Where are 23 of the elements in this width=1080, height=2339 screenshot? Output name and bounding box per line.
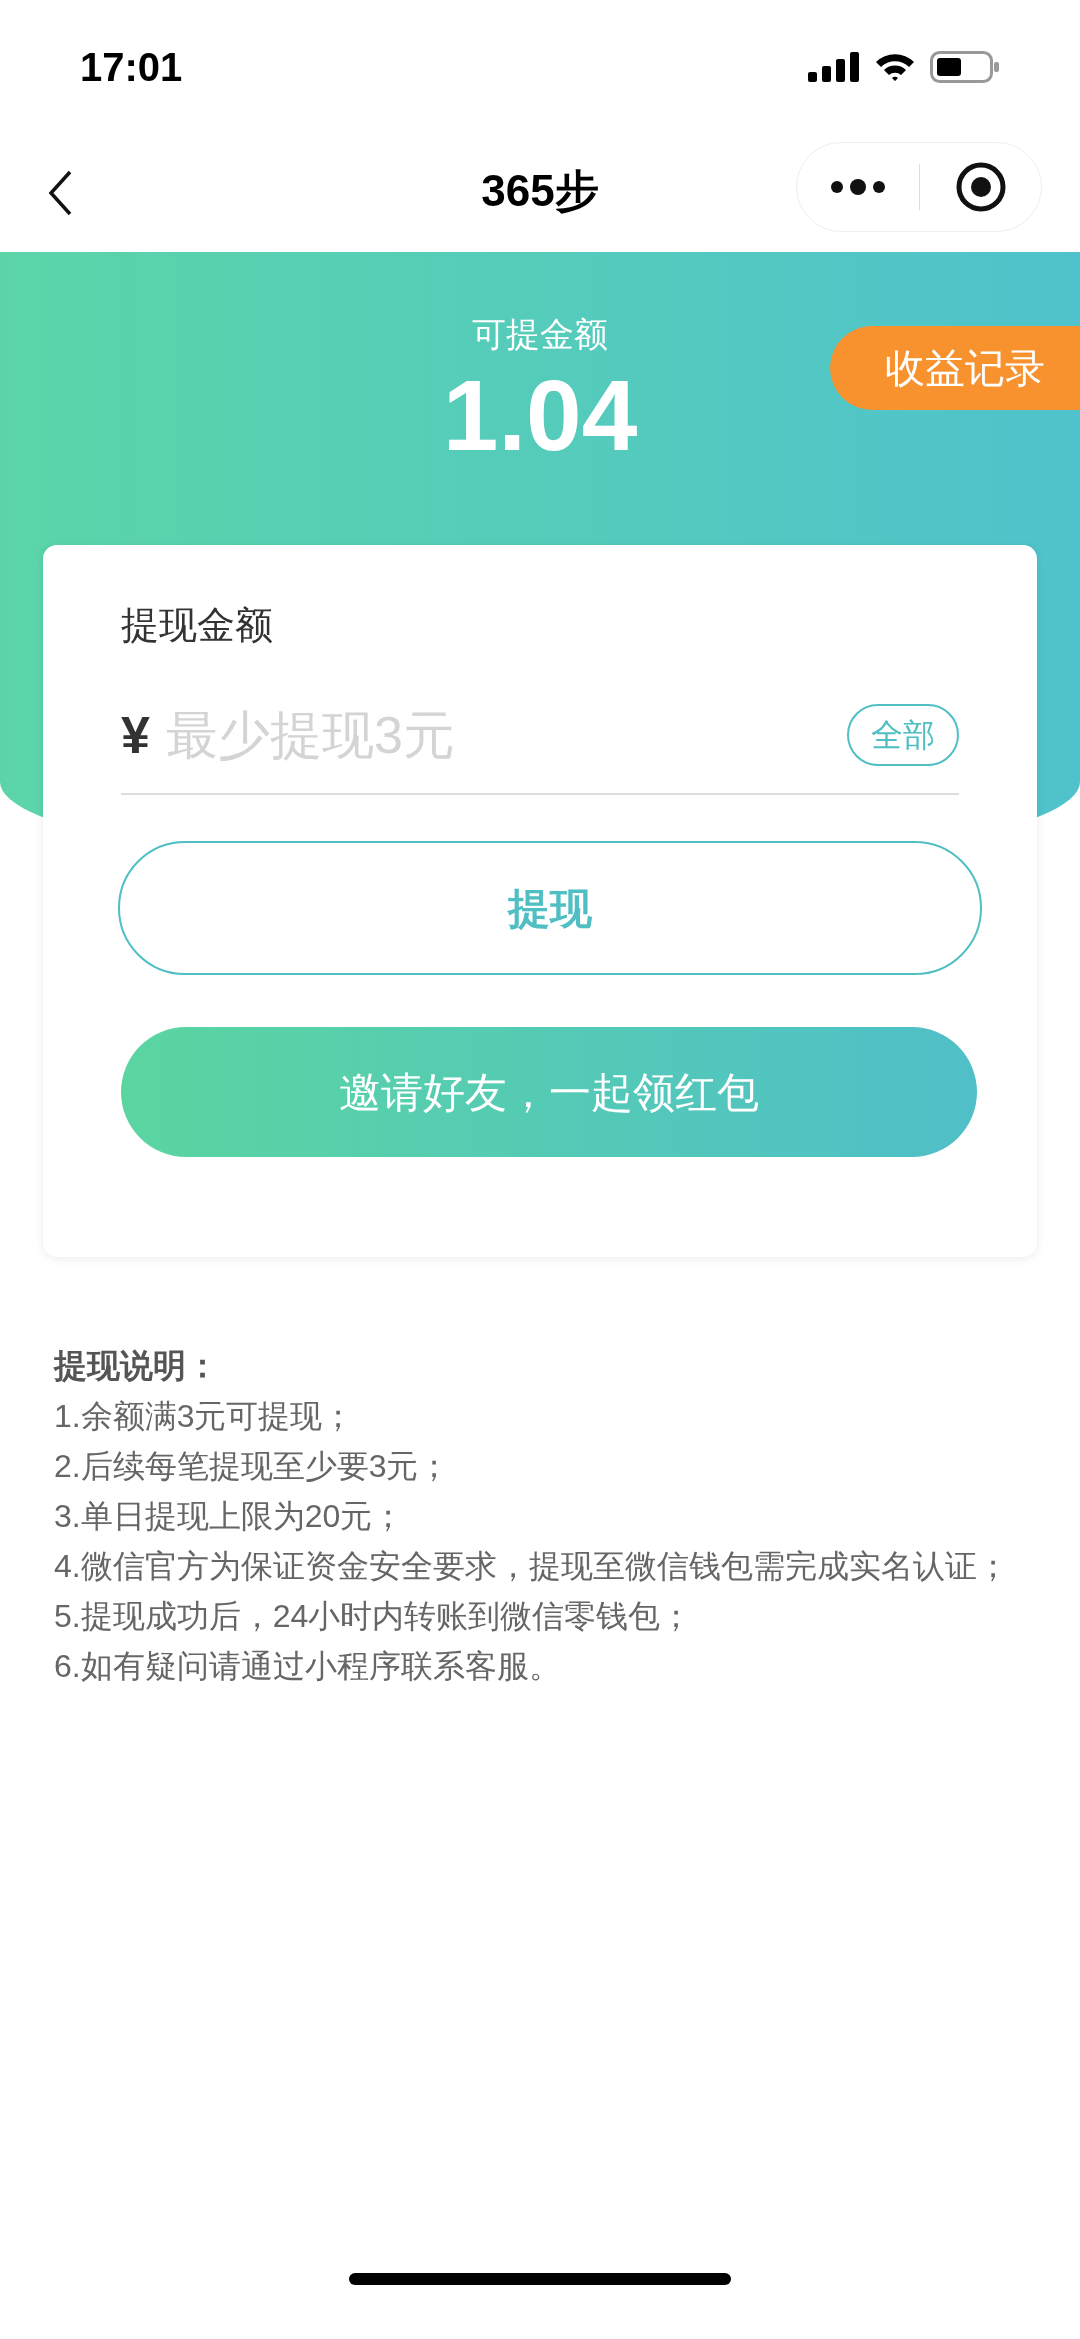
notes-title: 提现说明： bbox=[54, 1346, 220, 1386]
note-item: 4.微信官方为保证资金安全要求，提现至微信钱包需完成实名认证； bbox=[54, 1547, 1010, 1586]
note-item: 5.提现成功后，24小时内转账到微信零钱包； bbox=[54, 1597, 694, 1636]
note-item: 6.如有疑问请通过小程序联系客服。 bbox=[54, 1647, 562, 1686]
currency-symbol: ¥ bbox=[121, 705, 150, 766]
back-icon bbox=[48, 170, 72, 216]
withdraw-amount-label: 提现金额 bbox=[121, 603, 274, 648]
battery-icon bbox=[930, 51, 1000, 83]
withdraw-button[interactable]: 提现 bbox=[118, 841, 982, 975]
note-item: 1.余额满3元可提现； bbox=[54, 1397, 356, 1436]
balance-label: 可提金额 bbox=[472, 314, 608, 355]
more-icon bbox=[830, 179, 886, 195]
signal-icon bbox=[808, 52, 860, 82]
note-item: 3.单日提现上限为20元； bbox=[54, 1497, 406, 1536]
note-item: 2.后续每笔提现至少要3元； bbox=[54, 1447, 452, 1486]
withdraw-all-button[interactable]: 全部 bbox=[847, 704, 959, 766]
status-time: 17:01 bbox=[80, 44, 183, 91]
invite-friends-button[interactable]: 邀请好友，一起领红包 bbox=[121, 1027, 977, 1157]
balance-amount: 1.04 bbox=[442, 360, 638, 470]
target-icon bbox=[954, 161, 1007, 213]
page-title: 365步 bbox=[481, 165, 599, 217]
wifi-icon bbox=[874, 52, 916, 82]
earnings-record-button[interactable]: 收益记录 bbox=[830, 326, 1080, 410]
